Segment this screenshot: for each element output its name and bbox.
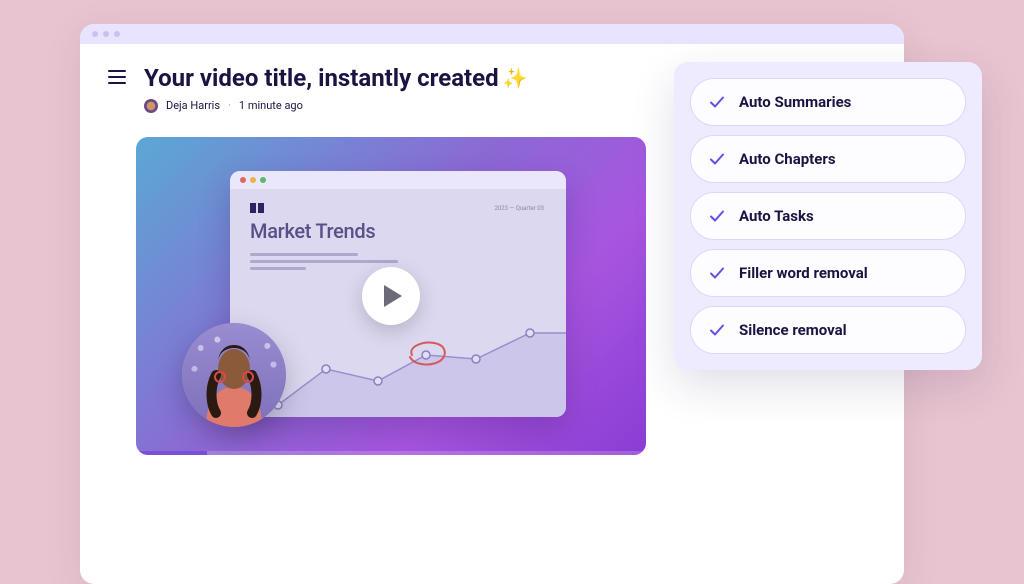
traffic-light-close-icon [240, 177, 246, 183]
feature-label: Auto Summaries [739, 93, 851, 111]
timestamp: 1 minute ago [239, 99, 303, 112]
feature-label: Auto Chapters [739, 150, 836, 168]
meta-separator: · [228, 99, 231, 112]
person-icon [182, 323, 286, 427]
logo-icon [250, 203, 264, 213]
traffic-light-max-icon [260, 177, 266, 183]
menu-button[interactable] [108, 70, 126, 84]
video-player[interactable]: 2023 — Quarter 03 Market Trends [136, 137, 646, 455]
feature-label: Filler word removal [739, 264, 868, 282]
play-icon [382, 284, 404, 308]
slide-title: Market Trends [250, 219, 546, 243]
progress-bar[interactable] [136, 451, 646, 455]
feature-filler-removal[interactable]: Filler word removal [690, 249, 966, 297]
feature-silence-removal[interactable]: Silence removal [690, 306, 966, 354]
check-icon [709, 208, 725, 224]
author-avatar [144, 99, 158, 113]
sparkle-icon: ✨ [503, 66, 528, 90]
check-icon [709, 94, 725, 110]
feature-label: Silence removal [739, 321, 847, 339]
play-button[interactable] [362, 267, 420, 325]
slide-title-bar [230, 171, 566, 189]
traffic-light-dot [114, 31, 120, 37]
feature-label: Auto Tasks [739, 207, 814, 225]
page-title-text: Your video title, instantly created [144, 64, 499, 93]
traffic-light-min-icon [250, 177, 256, 183]
window-title-bar [80, 24, 904, 44]
check-icon [709, 151, 725, 167]
slide-date: 2023 — Quarter 03 [495, 205, 544, 212]
feature-auto-summaries[interactable]: Auto Summaries [690, 78, 966, 126]
feature-auto-chapters[interactable]: Auto Chapters [690, 135, 966, 183]
feature-panel: Auto Summaries Auto Chapters Auto Tasks … [674, 62, 982, 370]
check-icon [709, 265, 725, 281]
traffic-light-dot [103, 31, 109, 37]
traffic-light-dot [92, 31, 98, 37]
author-name: Deja Harris [166, 99, 220, 112]
check-icon [709, 322, 725, 338]
speaker-thumbnail [182, 323, 286, 427]
feature-auto-tasks[interactable]: Auto Tasks [690, 192, 966, 240]
